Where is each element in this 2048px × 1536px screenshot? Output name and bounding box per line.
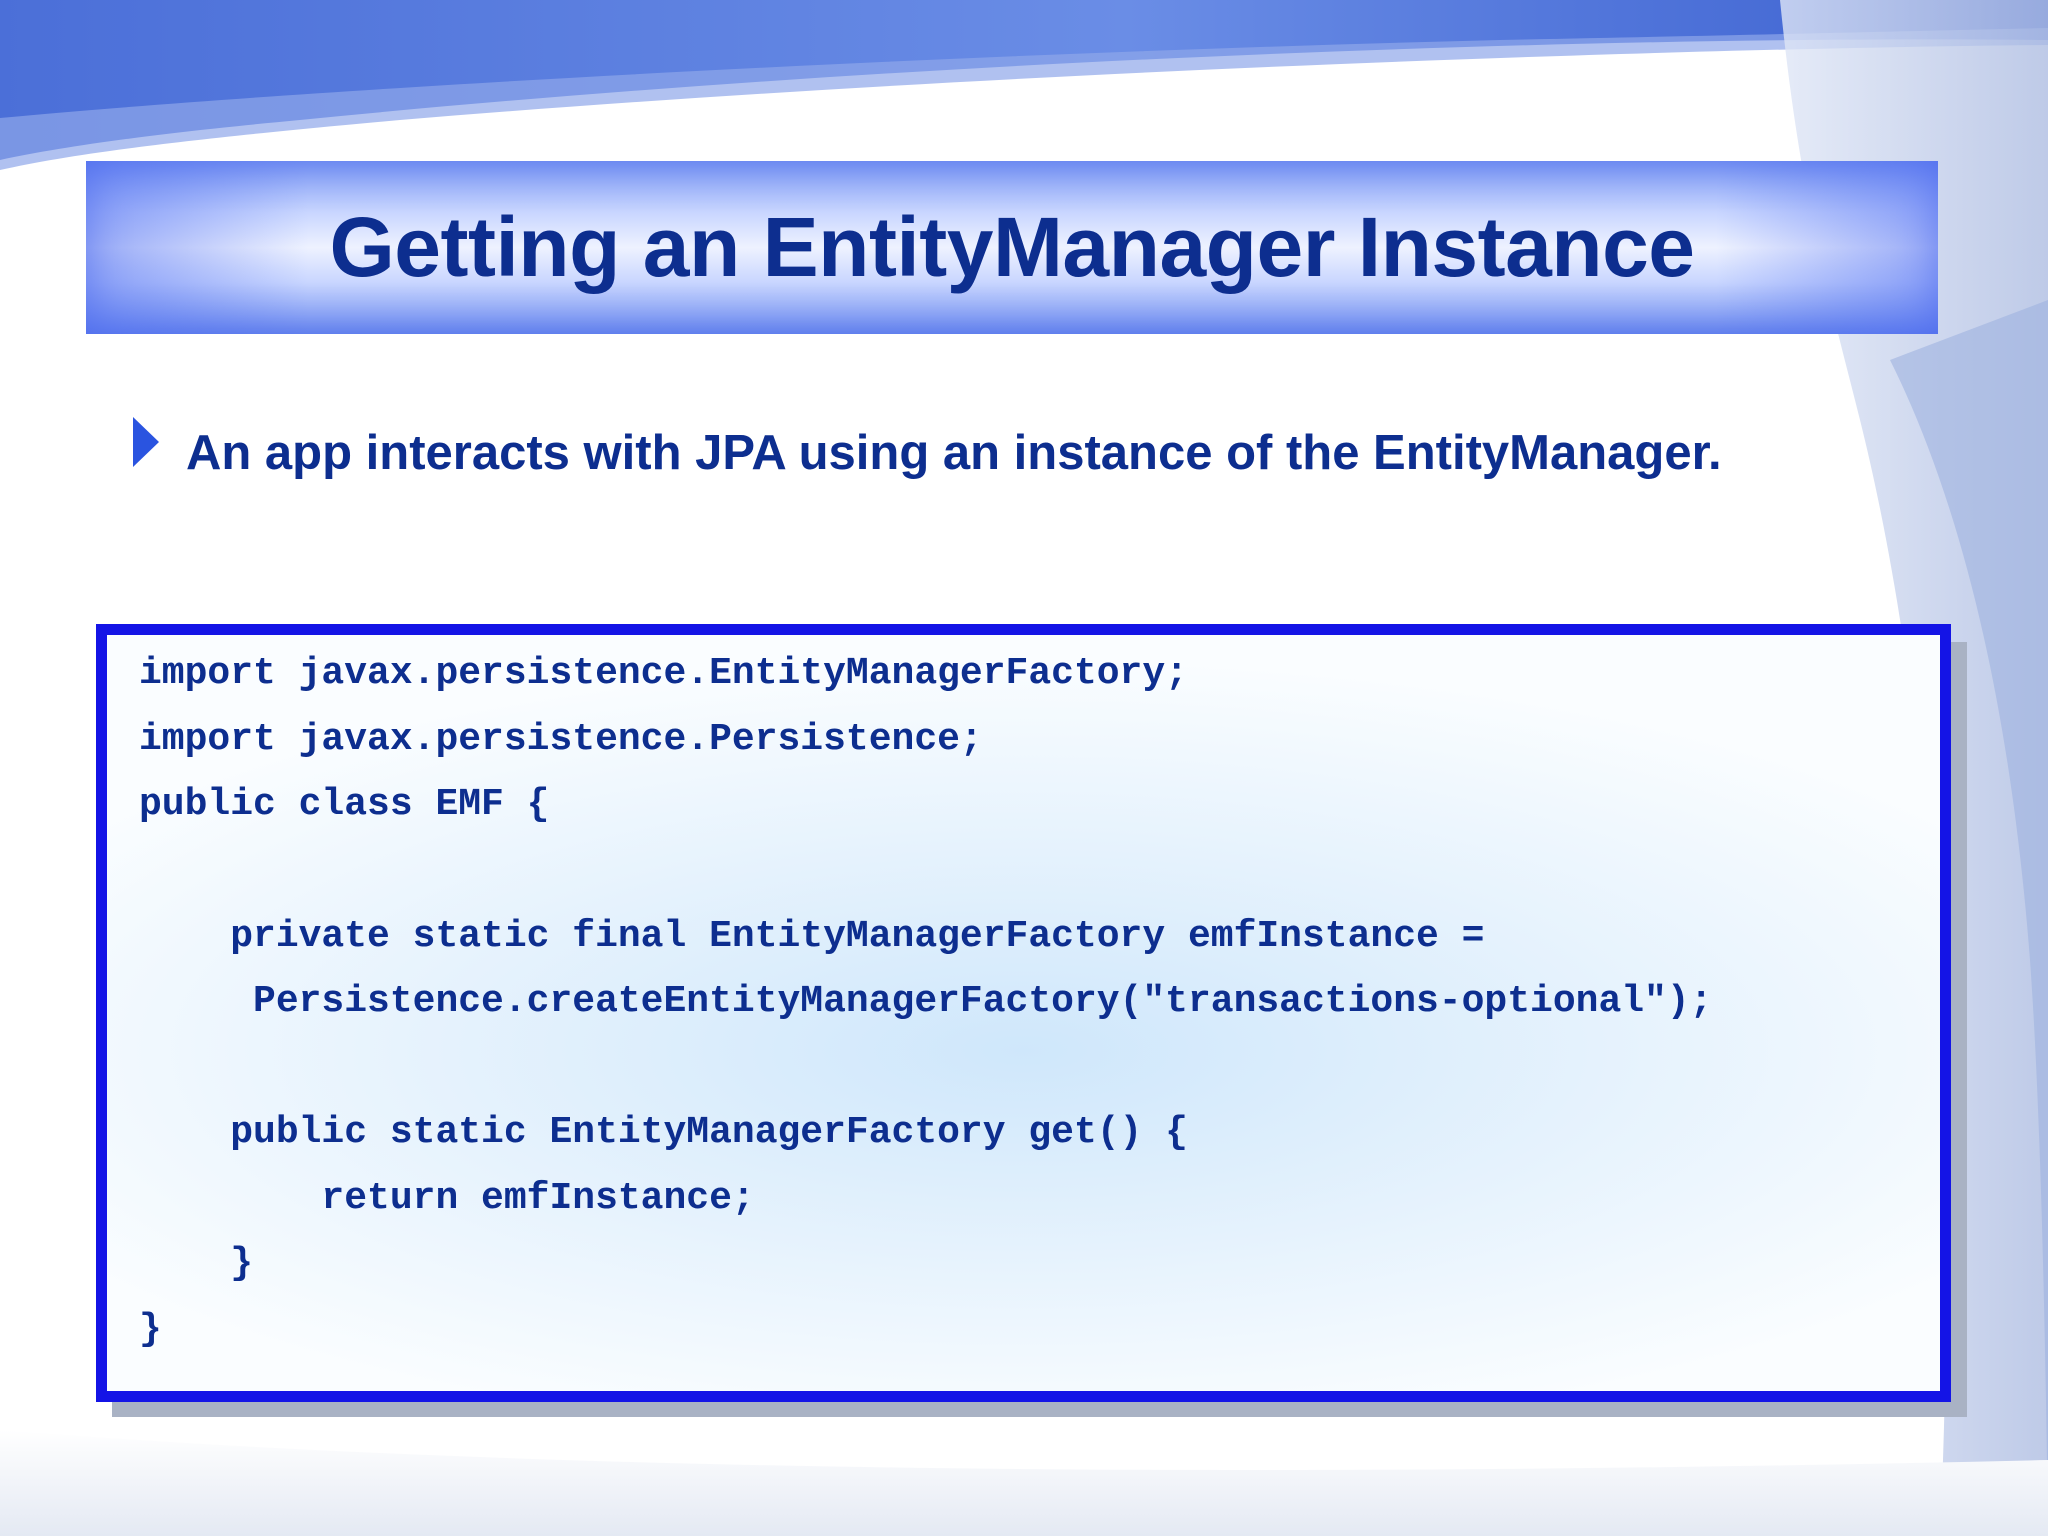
- triangle-right-icon: [133, 417, 159, 467]
- code-line: public class EMF {: [139, 783, 550, 826]
- code-line: import javax.persistence.Persistence;: [139, 718, 983, 761]
- code-box: import javax.persistence.EntityManagerFa…: [96, 624, 1951, 1402]
- code-line: return emfInstance;: [139, 1177, 755, 1220]
- code-line: private static final EntityManagerFactor…: [139, 915, 1485, 958]
- bullet-point: An app interacts with JPA using an insta…: [133, 412, 1933, 482]
- code-line: import javax.persistence.EntityManagerFa…: [139, 652, 1188, 695]
- title-banner: Getting an EntityManager Instance: [86, 161, 1938, 334]
- code-line: public static EntityManagerFactory get()…: [139, 1111, 1188, 1154]
- slide-title: Getting an EntityManager Instance: [329, 200, 1695, 294]
- code-line: Persistence.createEntityManagerFactory("…: [139, 980, 1713, 1023]
- code-line: }: [139, 1308, 162, 1351]
- code-line: }: [139, 1242, 254, 1285]
- bullet-text: An app interacts with JPA using an insta…: [186, 426, 1722, 480]
